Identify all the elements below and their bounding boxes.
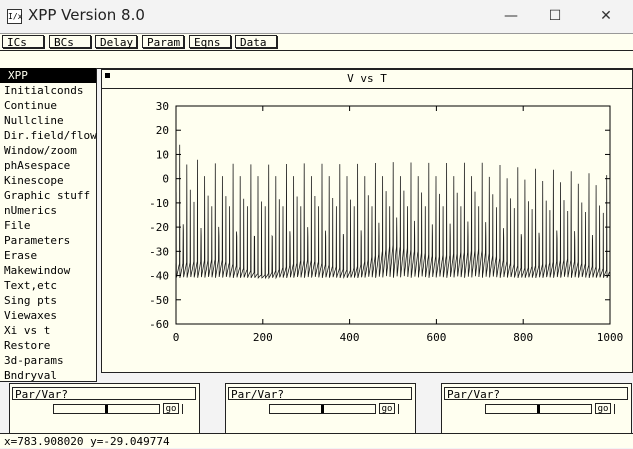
title-bar: I/x XPP Version 8.0 — ☐ ✕ (0, 0, 633, 33)
x-tick-label: 400 (340, 331, 360, 344)
y-tick-label: 20 (156, 124, 169, 137)
slider-panel-2: Par/Var? go (225, 383, 416, 435)
slider-knob[interactable] (105, 405, 108, 413)
menu-item-viewaxes[interactable]: Viewaxes (0, 308, 96, 323)
slider-divider (182, 404, 183, 414)
menu-item-restore[interactable]: Restore (0, 338, 96, 353)
slider-track[interactable] (485, 404, 592, 414)
menu-item-xpp[interactable]: XPP (0, 68, 96, 83)
menu-item-erase[interactable]: Erase (0, 248, 96, 263)
slider-panel-1: Par/Var? go (9, 383, 200, 435)
maximize-icon[interactable]: ☐ (535, 4, 575, 28)
x-tick-label: 1000 (597, 331, 624, 344)
menu-item-text-etc[interactable]: Text,etc (0, 278, 96, 293)
x-tick-label: 0 (173, 331, 180, 344)
slider-knob[interactable] (321, 405, 324, 413)
y-tick-label: 0 (162, 173, 169, 186)
menu-item-dirfield[interactable]: Dir.field/flow (0, 128, 97, 143)
slider-knob[interactable] (537, 405, 540, 413)
menu-item-3d-params[interactable]: 3d-params (0, 353, 96, 368)
close-icon[interactable]: ✕ (586, 4, 626, 28)
menu-item-kinescope[interactable]: Kinescope (0, 173, 96, 188)
menu-item-window-zoom[interactable]: Window/zoom (0, 143, 96, 158)
x-tick-label: 200 (253, 331, 273, 344)
ics-button[interactable]: ICs (2, 35, 44, 49)
status-bar: x=783.908020 y=-29.049774 (0, 433, 633, 448)
series-line-v (175, 144, 611, 280)
slider-track[interactable] (53, 404, 160, 414)
menu-item-graphic-stuff[interactable]: Graphic stuff (0, 188, 96, 203)
menu-item-continue[interactable]: Continue (0, 98, 96, 113)
graph-caption: V vs T (102, 70, 632, 89)
slider-go-button[interactable]: go (595, 403, 611, 414)
param-button[interactable]: Param (142, 35, 184, 49)
bcs-button[interactable]: BCs (49, 35, 91, 49)
minimize-icon[interactable]: — (491, 4, 531, 28)
command-line[interactable] (0, 50, 633, 69)
menu-item-xi-vs-t[interactable]: Xi vs t (0, 323, 96, 338)
xpp-icon: I/x (7, 9, 22, 24)
x-tick-label: 800 (513, 331, 533, 344)
y-tick-label: -30 (149, 245, 169, 258)
x-tick-label: 600 (426, 331, 446, 344)
menu-item-bndryval[interactable]: Bndryval (0, 368, 96, 383)
menu-item-numerics[interactable]: nUmerics (0, 203, 96, 218)
menu-item-parameters[interactable]: Parameters (0, 233, 96, 248)
v-trace (175, 144, 611, 280)
menu-item-sing-pts[interactable]: Sing pts (0, 293, 96, 308)
window-title: XPP Version 8.0 (28, 6, 145, 24)
y-tick-label: 30 (156, 100, 169, 113)
slider-param-label[interactable]: Par/Var? (12, 387, 196, 401)
slider-panel-3: Par/Var? go (441, 383, 632, 435)
menu-item-file[interactable]: File (0, 218, 96, 233)
top-button-bar: ICs BCs Delay Param Eqns Data (0, 33, 633, 50)
menu-item-makewindow[interactable]: Makewindow (0, 263, 96, 278)
y-tick-label: -10 (149, 197, 169, 210)
y-tick-label: -50 (149, 294, 169, 307)
slider-track[interactable] (269, 404, 376, 414)
y-tick-label: -60 (149, 318, 169, 331)
y-tick-label: -20 (149, 221, 169, 234)
slider-param-label[interactable]: Par/Var? (228, 387, 412, 401)
y-tick-label: -40 (149, 270, 169, 283)
eqns-button[interactable]: Eqns (189, 35, 231, 49)
slider-param-label[interactable]: Par/Var? (444, 387, 628, 401)
main-menu: XPP Initialconds Continue Nullcline Dir.… (0, 68, 97, 382)
y-tick-label: 10 (156, 148, 169, 161)
menu-item-initialconds[interactable]: Initialconds (0, 83, 96, 98)
menu-item-phasespace[interactable]: phAsespace (0, 158, 96, 173)
plot-area[interactable]: 30 20 10 0 -10 -20 -30 -40 -50 -60 0 200 400 600 800 10… (102, 89, 632, 371)
slider-go-button[interactable]: go (379, 403, 395, 414)
slider-go-button[interactable]: go (163, 403, 179, 414)
slider-divider (614, 404, 615, 414)
menu-item-nullcline[interactable]: Nullcline (0, 113, 96, 128)
graphics-window[interactable]: V vs T 30 20 10 0 -10 -20 -30 -40 -50 -60 0 200 400 6… (101, 69, 633, 373)
delay-button[interactable]: Delay (95, 35, 137, 49)
slider-divider (398, 404, 399, 414)
data-button[interactable]: Data (235, 35, 277, 49)
